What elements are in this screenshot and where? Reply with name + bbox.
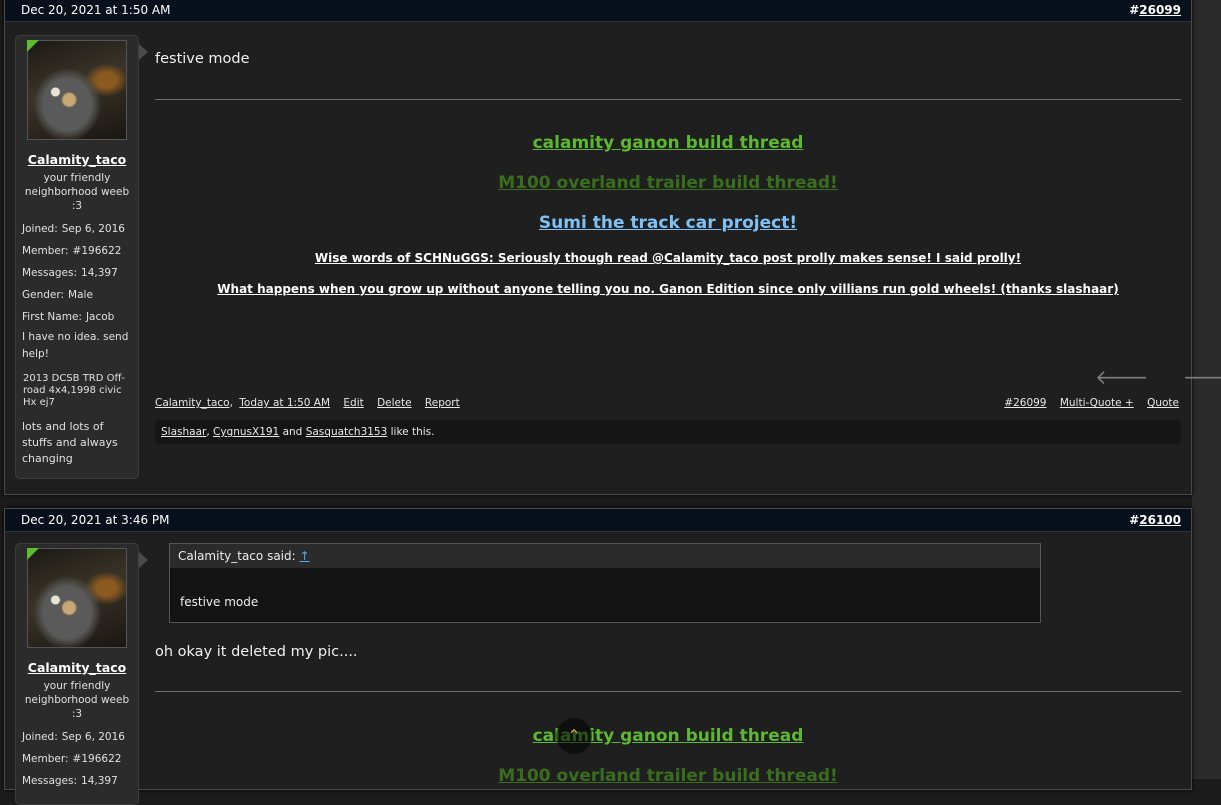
username-link[interactable]: Calamity_taco bbox=[16, 152, 138, 167]
signature-divider bbox=[155, 99, 1181, 100]
post-header: Dec 20, 2021 at 3:46 PM #26100 bbox=[5, 509, 1191, 532]
signature-link[interactable]: calamity ganon build thread bbox=[155, 726, 1181, 746]
signature-link[interactable]: What happens when you grow up without an… bbox=[155, 282, 1181, 296]
right-gutter bbox=[1192, 0, 1221, 779]
signature-link[interactable]: Wise words of SCHNuGGS: Seriously though… bbox=[155, 251, 1181, 265]
avatar[interactable] bbox=[27, 548, 127, 648]
signature-link[interactable]: calamity ganon build thread bbox=[155, 133, 1181, 153]
quote-block: Calamity_taco said: ↑ festive mode bbox=[169, 543, 1041, 623]
messages-stat: Messages: 14,397 bbox=[22, 267, 118, 279]
signature: calamity ganon build thread M100 overlan… bbox=[155, 726, 1181, 786]
signature-divider bbox=[155, 691, 1181, 692]
user-title: your friendly neighborhood weeb :3 bbox=[24, 172, 130, 212]
signature: calamity ganon build thread M100 overlan… bbox=[155, 133, 1181, 296]
post-number-link[interactable]: 26100 bbox=[1139, 513, 1181, 527]
post-time-link[interactable]: Today at 1:50 AM bbox=[239, 397, 330, 409]
member-stat: Member: #196622 bbox=[22, 245, 122, 257]
firstname-stat: First Name: Jacob bbox=[22, 311, 115, 323]
user-card: Calamity_taco your friendly neighborhood… bbox=[15, 35, 148, 479]
username-link[interactable]: Calamity_taco bbox=[16, 660, 138, 675]
user-card-arrow bbox=[139, 552, 148, 568]
jump-to-quote-icon[interactable]: ↑ bbox=[300, 549, 310, 563]
delete-link[interactable]: Delete bbox=[377, 397, 412, 409]
online-indicator-icon bbox=[27, 40, 39, 52]
post-number-link[interactable]: 26099 bbox=[1139, 3, 1181, 17]
post-nav: 🡐 🡒 bbox=[1095, 365, 1221, 389]
user-title: your friendly neighborhood weeb :3 bbox=[24, 680, 130, 720]
edit-link[interactable]: Edit bbox=[343, 397, 363, 409]
left-arrow-icon[interactable]: 🡐 bbox=[1095, 365, 1149, 389]
signature-link[interactable]: Sumi the track car project! bbox=[155, 213, 1181, 233]
joined-stat: Joined: Sep 6, 2016 bbox=[22, 731, 125, 743]
post-number: #26100 bbox=[1129, 513, 1181, 527]
report-link[interactable]: Report bbox=[425, 397, 460, 409]
user-card-arrow bbox=[139, 44, 148, 60]
post-header: Dec 20, 2021 at 1:50 AM #26099 bbox=[5, 0, 1191, 22]
message-body: oh okay it deleted my pic.... calamity g… bbox=[155, 644, 1181, 786]
permalink-link[interactable]: #26099 bbox=[1004, 397, 1046, 409]
signature-link[interactable]: M100 overland trailer build thread! bbox=[155, 766, 1181, 786]
message-text: festive mode bbox=[155, 51, 250, 67]
post-number: #26099 bbox=[1129, 3, 1181, 17]
post-date: Dec 20, 2021 at 3:46 PM bbox=[21, 513, 170, 527]
user-card: Calamity_taco your friendly neighborhood… bbox=[15, 543, 148, 805]
avatar[interactable] bbox=[27, 40, 127, 140]
quote-button[interactable]: Quote bbox=[1147, 397, 1179, 409]
multi-quote-button[interactable]: Multi-Quote + bbox=[1060, 397, 1134, 409]
chevron-up-icon: ⌃ bbox=[567, 726, 581, 745]
messages-stat: Messages: 14,397 bbox=[22, 775, 118, 787]
author-link[interactable]: Calamity_taco bbox=[155, 397, 230, 409]
liker-link[interactable]: Slashaar bbox=[161, 426, 206, 438]
gender-stat: Gender: Male bbox=[22, 289, 93, 301]
joined-stat: Joined: Sep 6, 2016 bbox=[22, 223, 125, 235]
post-footer: Calamity_taco, Today at 1:50 AM Edit Del… bbox=[155, 397, 1179, 409]
online-indicator-icon bbox=[27, 548, 39, 560]
custom-field-1: I have no idea. send help! bbox=[22, 331, 129, 360]
custom-field-3: lots and lots of stuffs and always chang… bbox=[22, 420, 118, 465]
quote-text: festive mode bbox=[180, 595, 259, 609]
custom-field-2: 2013 DCSB TRD Off-road 4x4,1998 civic Hx… bbox=[23, 373, 126, 408]
message-text: oh okay it deleted my pic.... bbox=[155, 644, 358, 660]
right-arrow-icon[interactable]: 🡒 bbox=[1183, 365, 1221, 389]
quote-header: Calamity_taco said: ↑ bbox=[170, 544, 1040, 568]
post: Dec 20, 2021 at 3:46 PM #26100 Calamity_… bbox=[4, 508, 1192, 805]
likes-summary: Slashaar, CygnusX191 and Sasquatch3153 l… bbox=[155, 420, 1181, 444]
signature-link[interactable]: M100 overland trailer build thread! bbox=[155, 173, 1181, 193]
liker-link[interactable]: Sasquatch3153 bbox=[306, 426, 388, 438]
message-body: festive mode calamity ganon build thread… bbox=[155, 51, 1181, 296]
member-stat: Member: #196622 bbox=[22, 753, 122, 765]
scroll-to-top-button[interactable]: ⌃ bbox=[556, 718, 592, 754]
post: Dec 20, 2021 at 1:50 AM #26099 Calamity_… bbox=[4, 0, 1221, 495]
post-date: Dec 20, 2021 at 1:50 AM bbox=[21, 3, 171, 17]
liker-link[interactable]: CygnusX191 bbox=[213, 426, 279, 438]
